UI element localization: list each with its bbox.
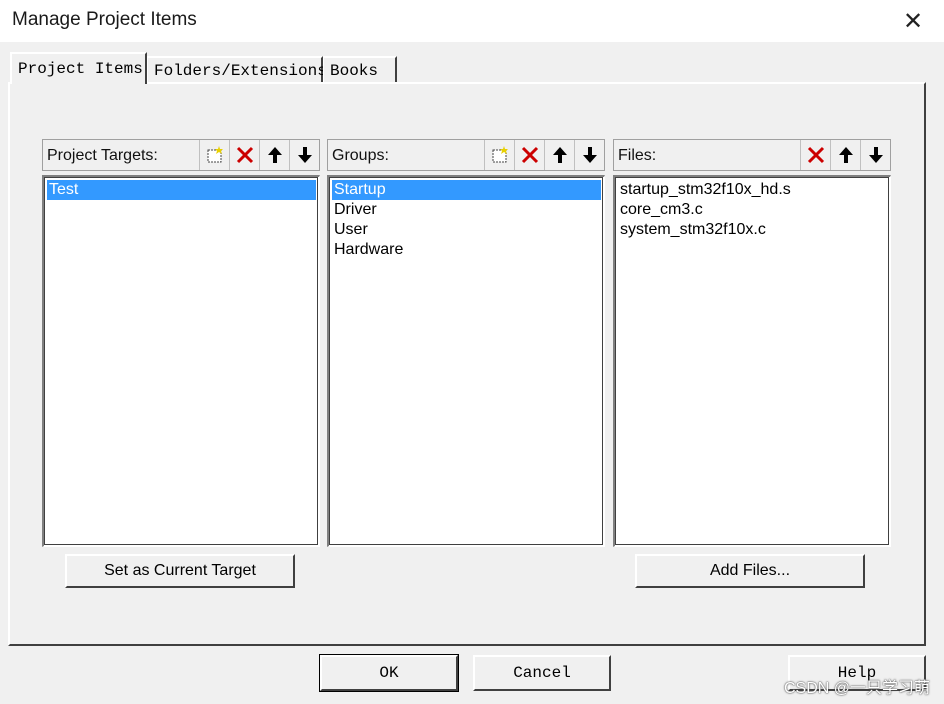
cancel-button[interactable]: Cancel [473,655,611,691]
list-item[interactable]: Test [47,180,316,200]
list-item[interactable]: system_stm32f10x.c [618,220,887,240]
add-files-button[interactable]: Add Files... [635,554,865,588]
files-list[interactable]: startup_stm32f10x_hd.s core_cm3.c system… [613,175,891,547]
move-down-icon[interactable] [860,140,890,170]
targets-toolbar [199,140,319,170]
new-target-icon[interactable] [199,140,229,170]
move-down-icon[interactable] [289,140,319,170]
move-up-icon[interactable] [830,140,860,170]
files-toolbar [800,140,890,170]
delete-group-icon[interactable] [514,140,544,170]
groups-list[interactable]: Startup Driver User Hardware [327,175,605,547]
list-item[interactable]: core_cm3.c [618,200,887,220]
list-item[interactable]: User [332,220,601,240]
tab-books[interactable]: Books [323,56,397,84]
files-label: Files: [618,147,657,164]
dialog-body: Project Items Folders/Extensions Books P… [0,42,944,704]
list-item[interactable]: Hardware [332,240,601,260]
close-icon[interactable]: ✕ [898,6,928,36]
ok-button[interactable]: OK [319,654,459,692]
list-item[interactable]: startup_stm32f10x_hd.s [618,180,887,200]
move-down-icon[interactable] [574,140,604,170]
window-title: Manage Project Items [12,9,197,30]
files-header: Files: [613,139,891,171]
delete-target-icon[interactable] [229,140,259,170]
list-item[interactable]: Driver [332,200,601,220]
list-item[interactable]: Startup [332,180,601,200]
new-group-icon[interactable] [484,140,514,170]
delete-file-icon[interactable] [800,140,830,170]
tab-project-items[interactable]: Project Items [10,52,147,84]
set-current-target-button[interactable]: Set as Current Target [65,554,295,588]
watermark: CSDN @一只学习萌 [783,680,930,697]
move-up-icon[interactable] [259,140,289,170]
groups-header: Groups: [327,139,605,171]
groups-label: Groups: [332,147,389,164]
groups-toolbar [484,140,604,170]
targets-header: Project Targets: [42,139,320,171]
targets-list[interactable]: Test [42,175,320,547]
targets-label: Project Targets: [47,147,158,164]
title-bar: Manage Project Items ✕ [0,0,944,42]
move-up-icon[interactable] [544,140,574,170]
tab-folders-extensions[interactable]: Folders/Extensions [147,56,327,84]
